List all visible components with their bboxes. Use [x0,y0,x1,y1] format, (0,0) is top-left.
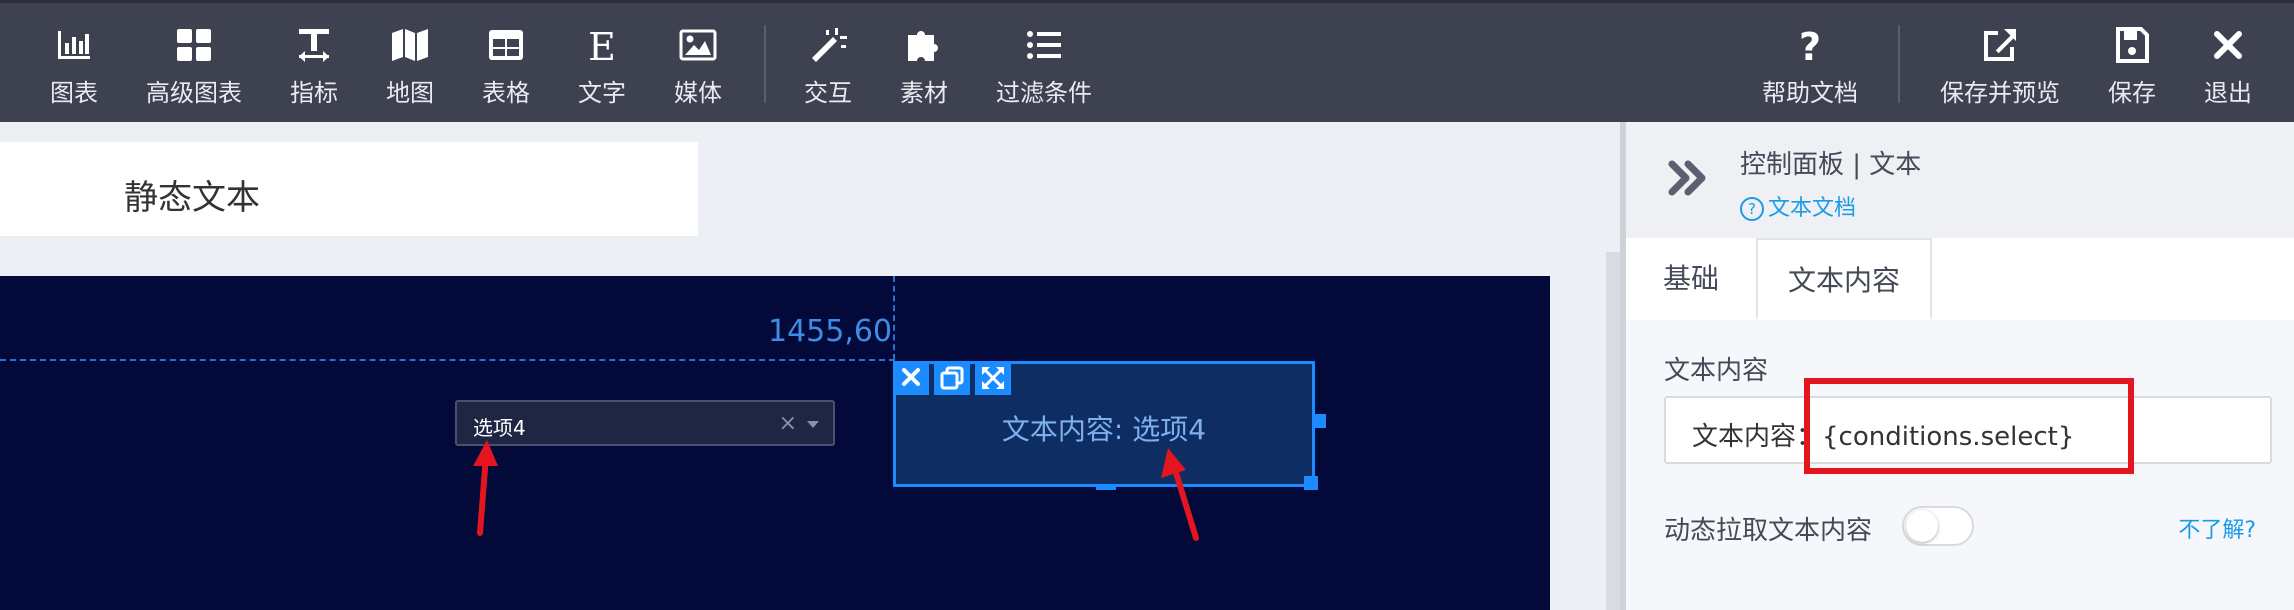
control-panel-tabs: 基础 文本内容 [1626,238,2294,322]
toolbar-media-label: 媒体 [674,79,722,107]
toolbar-separator-right [1898,25,1900,103]
save-icon [2116,27,2149,63]
dynamic-fetch-label: 动态拉取文本内容 [1664,516,1873,546]
text-widget-content: 文本内容: 选项4 [1001,413,1207,446]
question-circle-icon: ? [1740,197,1764,221]
alignment-guide-horizontal [0,359,895,361]
annotation-arrow-icon [1161,448,1199,541]
close-icon [902,368,920,386]
text-widget[interactable]: 文本内容: 选项4 [893,361,1315,487]
double-chevron-right-icon[interactable] [1668,158,1710,198]
toolbar-advanced-chart-button[interactable]: 高级图表 [134,25,254,108]
toolbar-exit-button[interactable]: 退出 [2168,25,2288,108]
control-panel-header: 控制面板 | 文本 ? 文本文档 [1626,122,2294,238]
close-icon [2214,31,2242,59]
toolbar-advanced-chart-label: 高级图表 [146,79,242,107]
editor-workarea: 静态文本 1455,60 选项4 × 文本内容: 选项4 [0,122,1620,610]
magic-wand-icon [812,28,847,62]
toolbar-chart-label: 图表 [50,79,98,107]
annotation-arrow-icon [473,440,498,536]
workarea-scrollbar[interactable] [1606,252,1620,610]
toolbar-save-preview-button[interactable]: 保存并预览 [1940,25,2060,108]
text-doc-link[interactable]: ? 文本文档 [1740,190,1856,222]
resize-handle-right[interactable] [1312,414,1326,428]
toolbar-separator [764,25,766,103]
image-icon [679,29,717,61]
text-content-label: 文本内容 [1664,356,1769,386]
position-readout: 1455,60 [768,314,893,349]
text-content-section: 文本内容 文本内容：{conditions.select} 动态拉取文本内容 不… [1626,320,2294,610]
widget-delete-button[interactable] [893,361,929,395]
widget-copy-button[interactable] [934,361,970,395]
list-icon [1027,31,1061,59]
text-height-icon [299,29,329,62]
top-toolbar: 图表 高级图表 指标 地图 表格 E 文字 媒体 交互 素材 过滤条件 ? 帮助… [0,0,2294,122]
tab-basic[interactable]: 基础 [1626,238,1756,320]
caret-down-icon[interactable] [807,421,819,428]
toolbar-material-label: 素材 [900,79,948,107]
tab-text-content[interactable]: 文本内容 [1756,238,1932,320]
letter-e-icon: E [588,25,616,65]
control-panel-title: 控制面板 | 文本 [1740,150,1922,180]
toolbar-media-button[interactable]: 媒体 [638,25,758,108]
map-icon [392,29,428,61]
toolbar-help-label: 帮助文档 [1762,79,1858,107]
resize-handle-bottom[interactable] [1096,484,1116,490]
resize-handle-corner[interactable] [1304,476,1318,490]
toolbar-filter-label: 过滤条件 [996,79,1092,107]
page-title-box[interactable]: 静态文本 [0,142,698,236]
toolbar-save-preview-label: 保存并预览 [1940,79,2060,107]
toolbar-help-button[interactable]: ? 帮助文档 [1750,25,1870,108]
annotation-highlight-box [1804,378,2134,474]
dynamic-fetch-toggle[interactable] [1902,506,1974,546]
bar-chart-icon [58,31,90,59]
page-title: 静态文本 [124,178,260,218]
svg-text:E: E [588,25,616,65]
toolbar-chart-button[interactable]: 图表 [14,25,134,108]
question-icon: ? [1799,25,1821,65]
clear-icon[interactable]: × [779,411,797,436]
toggle-knob [1906,510,1938,542]
toolbar-exit-label: 退出 [2204,79,2252,107]
svg-text:?: ? [1799,25,1821,65]
expand-icon [981,366,1005,390]
alignment-guide-vertical [893,276,895,360]
text-doc-link-label: 文本文档 [1768,196,1857,221]
widget-fullscreen-button[interactable] [975,361,1011,395]
copy-icon [940,366,964,390]
external-link-icon [1984,29,2016,61]
dashboard-canvas[interactable]: 1455,60 选项4 × 文本内容: 选项4 [0,276,1550,610]
help-link[interactable]: 不了解? [2178,512,2256,544]
toolbar-filter-button[interactable]: 过滤条件 [984,25,1104,108]
puzzle-icon [908,31,938,61]
filter-select[interactable]: 选项4 × [455,400,835,446]
grid-icon [177,29,211,61]
filter-select-value: 选项4 [473,416,526,440]
toolbar-material-button[interactable]: 素材 [864,25,984,108]
table-icon [489,30,523,60]
control-panel: 控制面板 | 文本 ? 文本文档 基础 文本内容 文本内容 文本内容：{condi… [1620,122,2294,610]
